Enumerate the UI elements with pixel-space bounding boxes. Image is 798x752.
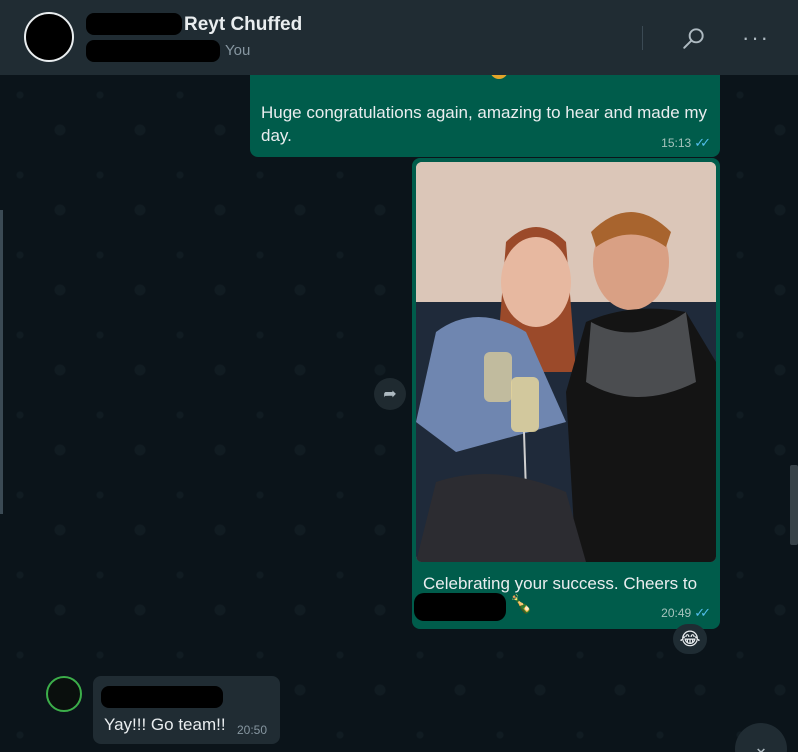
redacted-subtitle [86,40,220,62]
chat-area[interactable]: Huge congratulations again, amazing to h… [0,75,798,752]
chat-header: Reyt Chuffed You ··· [0,0,798,75]
message-text: Yay!!! Go team!! [104,715,226,734]
message-meta: 20:49 ✓✓ [661,605,711,621]
header-divider [642,26,643,50]
emoji-icon [490,75,508,79]
contact-avatar[interactable] [24,12,74,62]
message-text: Huge congratulations again, amazing to h… [261,103,708,145]
message-photo[interactable] [416,162,716,562]
scroll-down-button[interactable]: ⌄ [735,723,787,752]
photo-illustration [416,162,716,562]
forward-icon: ➦ [383,386,397,403]
more-options-button[interactable]: ··· [738,20,774,56]
redacted-caption [414,593,506,621]
contact-name[interactable]: Reyt Chuffed [184,14,302,36]
image-message-bubble[interactable]: Celebrating your success. Cheers to 🍾 20… [412,158,720,629]
contact-subtitle: You [225,42,251,59]
redacted-sender-name [101,686,223,708]
message-time: 15:13 [661,136,692,150]
chevron-down-icon: ⌄ [753,737,769,752]
double-check-icon: ✓✓ [694,605,711,620]
champagne-emoji: 🍾 [510,594,533,614]
sender-avatar[interactable] [46,676,82,712]
scrollbar-thumb[interactable] [790,465,798,545]
more-options-icon: ··· [742,25,770,50]
double-check-icon: ✓✓ [694,135,711,150]
message-meta: 20:50 [237,723,267,737]
search-button[interactable] [676,20,712,56]
message-bubble-outgoing[interactable]: Huge congratulations again, amazing to h… [250,75,720,157]
message-bubble-incoming[interactable]: Yay!!! Go team!! 20:50 [93,676,280,744]
forward-button[interactable]: ➦ [374,378,406,410]
pane-edge [0,210,3,514]
message-meta: 15:13 ✓✓ [661,135,711,151]
redacted-name [86,13,182,35]
message-time: 20:49 [661,606,692,620]
photo-caption: Celebrating your success. Cheers to [423,574,698,593]
message-reaction[interactable]: 😂 [673,624,707,654]
search-icon [683,28,704,49]
message-time: 20:50 [237,723,268,737]
